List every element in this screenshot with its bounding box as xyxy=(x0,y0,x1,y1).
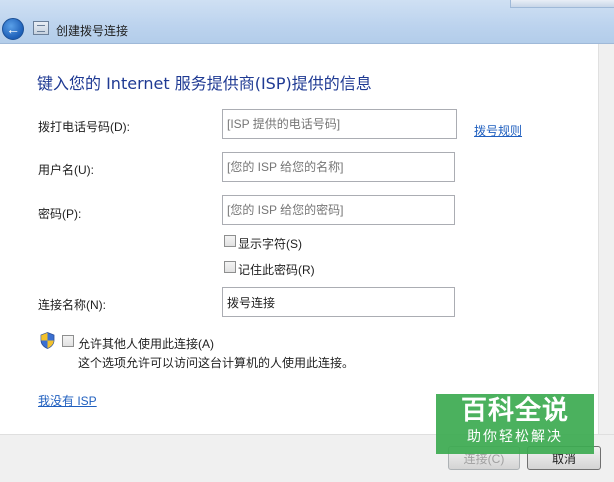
allow-others-checkbox[interactable] xyxy=(62,335,74,347)
show-chars-checkbox[interactable] xyxy=(224,235,236,247)
dial-rules-link[interactable]: 拨号规则 xyxy=(474,122,522,139)
window-controls-edge xyxy=(510,0,614,8)
no-isp-link[interactable]: 我没有 ISP xyxy=(38,392,97,409)
password-input[interactable] xyxy=(222,195,455,225)
allow-others-description: 这个选项允许可以访问这台计算机的人使用此连接。 xyxy=(78,356,355,370)
back-arrow-icon: ← xyxy=(6,21,20,37)
back-button[interactable]: ← xyxy=(2,18,24,40)
username-input[interactable] xyxy=(222,152,455,182)
show-chars-label[interactable]: 显示字符(S) xyxy=(238,235,302,252)
phone-label: 拨打电话号码(D): xyxy=(38,120,130,134)
watermark-logo: 百科全说 助你轻松解决 xyxy=(436,394,594,454)
window-title: 创建拨号连接 xyxy=(56,24,129,38)
uac-shield-icon xyxy=(40,332,55,349)
page-heading: 键入您的 Internet 服务提供商(ISP)提供的信息 xyxy=(37,74,372,93)
remember-password-label[interactable]: 记住此密码(R) xyxy=(238,261,315,278)
right-edge-strip xyxy=(598,44,614,434)
remember-password-checkbox[interactable] xyxy=(224,261,236,273)
title-bar: ← 创建拨号连接 xyxy=(0,0,614,44)
dialup-wizard-icon xyxy=(33,21,49,35)
connection-name-label: 连接名称(N): xyxy=(38,298,106,312)
username-label: 用户名(U): xyxy=(38,163,94,177)
password-label: 密码(P): xyxy=(38,207,82,221)
watermark-sub-text: 助你轻松解决 xyxy=(467,429,563,445)
watermark-main-text: 百科全说 xyxy=(460,396,569,426)
allow-others-label[interactable]: 允许其他人使用此连接(A) xyxy=(78,335,214,352)
connection-name-input[interactable] xyxy=(222,287,455,317)
phone-number-input[interactable] xyxy=(222,109,457,139)
